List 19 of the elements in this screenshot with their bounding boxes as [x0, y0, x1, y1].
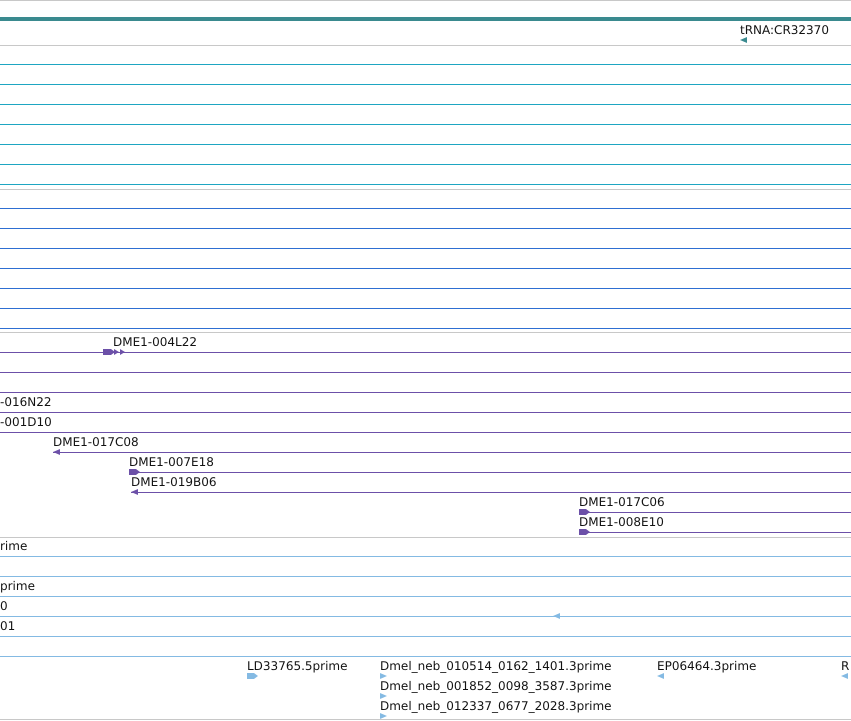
feature-label: -016N22 [0, 395, 52, 409]
feature-label: rime [0, 539, 28, 553]
feature-label: DME1-019B06 [131, 475, 217, 489]
feature-label: prime [0, 579, 35, 593]
feature-label: EP06464.3prime [657, 659, 756, 673]
feature-label: DME1-008E10 [579, 515, 664, 529]
feature-label: Dmel_neb_012337_0677_2028.3prime [380, 699, 612, 713]
feature-label: R [841, 659, 850, 673]
feature-label: 01 [0, 619, 16, 633]
feature-label: DME1-017C06 [579, 495, 665, 509]
feature-label: Dmel_neb_001852_0098_3587.3prime [380, 679, 612, 693]
feature-label: 0 [0, 599, 8, 613]
feature-label: Dmel_neb_010514_0162_1401.3prime [380, 659, 612, 673]
feature-label: LD33765.5prime [247, 659, 348, 673]
feature-label: DME1-017C08 [53, 435, 139, 449]
feature-label: DME1-007E18 [129, 455, 214, 469]
feature-label: DME1-004L22 [113, 335, 197, 349]
feature-label: -001D10 [0, 415, 52, 429]
feature-label: tRNA:CR32370 [740, 23, 829, 37]
